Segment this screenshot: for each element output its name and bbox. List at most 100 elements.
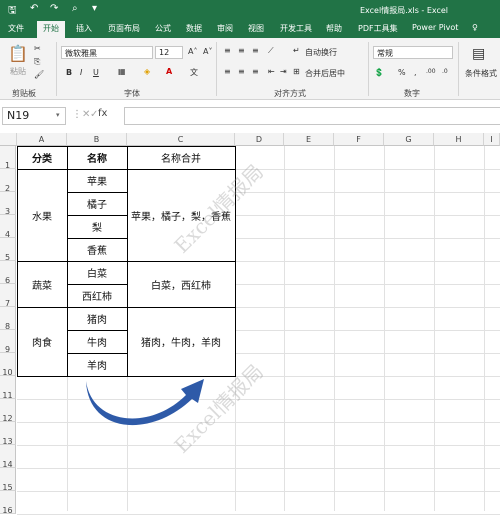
select-all-corner[interactable]: [0, 133, 17, 146]
outdent-icon[interactable]: ⇥: [280, 67, 287, 76]
wrap-text-icon[interactable]: ↵: [293, 46, 300, 55]
column-header-e[interactable]: E: [284, 133, 334, 146]
insert-function-button[interactable]: fx: [98, 108, 107, 119]
row-header-2[interactable]: 2: [0, 169, 16, 193]
align-center-icon[interactable]: ≡: [238, 67, 245, 76]
font-size-select[interactable]: 12: [155, 46, 183, 59]
font-name-select[interactable]: 微软雅黑: [61, 46, 153, 59]
row-header-6[interactable]: 6: [0, 261, 16, 285]
row-header-8[interactable]: 8: [0, 307, 16, 331]
tab-power-pivot[interactable]: Power Pivot: [412, 23, 458, 32]
column-header-g[interactable]: G: [384, 133, 434, 146]
align-right-icon[interactable]: ≡: [252, 67, 259, 76]
tab-developer[interactable]: 开发工具: [280, 23, 312, 34]
column-header-i[interactable]: I: [484, 133, 500, 146]
row-header-3[interactable]: 3: [0, 192, 16, 216]
italic-button[interactable]: I: [80, 68, 82, 77]
align-bottom-icon[interactable]: ≡: [252, 46, 259, 55]
copy-icon[interactable]: ⎘: [34, 57, 40, 67]
conditional-format-button[interactable]: 条件格式: [465, 68, 497, 79]
column-header-f[interactable]: F: [334, 133, 384, 146]
category-cell[interactable]: 蔬菜: [17, 261, 67, 307]
align-top-icon[interactable]: ≡: [224, 46, 231, 55]
customize-qat-icon[interactable]: ▾: [92, 3, 97, 14]
name-cell[interactable]: 猪肉: [67, 307, 127, 330]
indent-icon[interactable]: ⇤: [268, 67, 275, 76]
row-header-11[interactable]: 11: [0, 376, 16, 400]
tab-view[interactable]: 视图: [248, 23, 264, 34]
redo-icon[interactable]: ↷: [50, 3, 58, 14]
paste-icon[interactable]: 📋: [8, 44, 28, 63]
conditional-format-icon[interactable]: ▤: [472, 46, 485, 62]
increase-decimal-icon[interactable]: .00: [426, 68, 436, 75]
tab-formulas[interactable]: 公式: [155, 23, 171, 34]
name-cell[interactable]: 牛肉: [67, 330, 127, 353]
tab-help[interactable]: 帮助: [326, 23, 342, 34]
bold-button[interactable]: B: [66, 68, 72, 77]
name-cell[interactable]: 白菜: [67, 261, 127, 284]
row-header-12[interactable]: 12: [0, 399, 16, 423]
decrease-decimal-icon[interactable]: .0: [442, 68, 448, 75]
underline-button[interactable]: U: [93, 68, 99, 77]
print-preview-icon[interactable]: ⌕: [72, 3, 78, 14]
header-cell-category[interactable]: 分类: [17, 146, 67, 169]
name-cell[interactable]: 香蕉: [67, 238, 127, 261]
tab-review[interactable]: 审阅: [217, 23, 233, 34]
name-cell[interactable]: 羊肉: [67, 353, 127, 376]
wrap-text-button[interactable]: 自动换行: [305, 47, 337, 58]
cut-icon[interactable]: ✂: [34, 44, 41, 53]
align-middle-icon[interactable]: ≡: [238, 46, 245, 55]
merge-center-button[interactable]: 合并后居中: [305, 68, 345, 79]
format-painter-icon[interactable]: 🖌: [34, 70, 44, 79]
tab-home[interactable]: 开始: [37, 21, 65, 38]
name-box-dropdown-icon[interactable]: ▾: [56, 111, 60, 119]
row-header-1[interactable]: 1: [0, 146, 16, 170]
header-cell-name[interactable]: 名称: [67, 146, 127, 169]
row-header-5[interactable]: 5: [0, 238, 16, 262]
column-header-d[interactable]: D: [235, 133, 284, 146]
grow-font-icon[interactable]: A˄: [188, 47, 197, 56]
column-header-b[interactable]: B: [67, 133, 127, 146]
merged-name-cell[interactable]: 白菜，西红柿: [127, 261, 235, 307]
phonetic-icon[interactable]: 文: [190, 67, 198, 78]
tab-pdf-tools[interactable]: PDF工具集: [358, 23, 398, 34]
row-header-7[interactable]: 7: [0, 284, 16, 308]
fill-color-icon[interactable]: ◈: [144, 67, 150, 76]
shrink-font-icon[interactable]: A˅: [203, 47, 212, 56]
worksheet-grid[interactable]: A B C D E F G H I 1 2 3 4 5 6 7 8 9 10 11 12 13 14 15 16 分类 名称 名称合并…: [0, 133, 500, 515]
name-cell[interactable]: 梨: [67, 215, 127, 238]
category-cell[interactable]: 肉食: [17, 307, 67, 376]
tab-data[interactable]: 数据: [186, 23, 202, 34]
align-left-icon[interactable]: ≡: [224, 67, 231, 76]
orientation-icon[interactable]: ⟋: [268, 46, 274, 56]
row-header-9[interactable]: 9: [0, 330, 16, 354]
paste-label[interactable]: 粘贴: [10, 66, 26, 77]
currency-icon[interactable]: 💲: [374, 68, 384, 77]
tab-file[interactable]: 文件: [8, 23, 24, 34]
save-icon[interactable]: 🖫: [8, 3, 17, 20]
tab-page-layout[interactable]: 页面布局: [108, 23, 140, 34]
column-header-a[interactable]: A: [17, 133, 67, 146]
name-cell[interactable]: 橘子: [67, 192, 127, 215]
row-header-14[interactable]: 14: [0, 445, 16, 469]
row-header-10[interactable]: 10: [0, 353, 16, 377]
column-header-h[interactable]: H: [434, 133, 484, 146]
row-header-4[interactable]: 4: [0, 215, 16, 239]
tab-insert[interactable]: 插入: [76, 23, 92, 34]
category-cell[interactable]: 水果: [17, 169, 67, 261]
formula-input[interactable]: [124, 107, 500, 125]
percent-button[interactable]: %: [398, 68, 406, 77]
name-cell[interactable]: 苹果: [67, 169, 127, 192]
merge-center-icon[interactable]: ⊞: [293, 67, 300, 76]
row-header-15[interactable]: 15: [0, 468, 16, 492]
undo-icon[interactable]: ↶: [30, 3, 38, 14]
header-cell-merged[interactable]: 名称合并: [127, 146, 235, 169]
column-header-c[interactable]: C: [127, 133, 235, 146]
comma-button[interactable]: ,: [414, 68, 417, 77]
font-color-icon[interactable]: A: [166, 67, 172, 76]
row-header-13[interactable]: 13: [0, 422, 16, 446]
name-cell[interactable]: 西红柿: [67, 284, 127, 307]
merged-name-cell[interactable]: 猪肉，牛肉，羊肉: [127, 307, 235, 376]
lightbulb-icon[interactable]: ♀: [472, 23, 478, 32]
number-format-select[interactable]: 常规: [373, 46, 453, 59]
